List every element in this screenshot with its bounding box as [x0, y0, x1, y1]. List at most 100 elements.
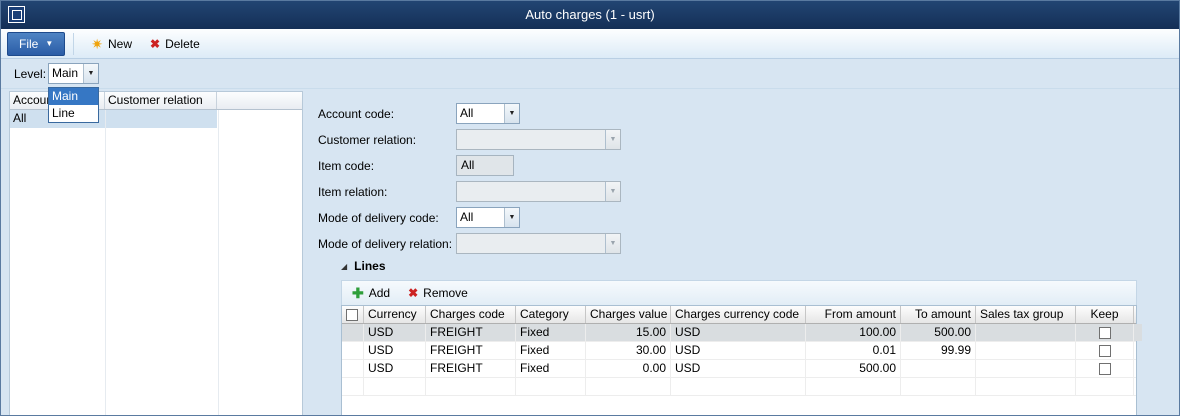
remove-line-button[interactable]: ✖ Remove [408, 286, 468, 300]
mode-of-delivery-code-combobox[interactable]: All ▼ [456, 207, 520, 228]
cell-currency[interactable]: USD [364, 342, 426, 359]
customer-relation-value [457, 130, 605, 149]
cell-charges-value[interactable]: 30.00 [586, 342, 671, 359]
col-header-to-amount[interactable]: To amount [901, 306, 976, 323]
cell-charges-code[interactable]: FREIGHT [426, 342, 516, 359]
delete-button[interactable]: ✖ Delete [141, 32, 209, 56]
account-code-value: All [457, 104, 504, 123]
cell-sales-tax-group[interactable] [976, 324, 1076, 341]
col-header-filler [217, 92, 302, 109]
cell-keep [1076, 324, 1134, 341]
keep-checkbox[interactable] [1099, 345, 1111, 357]
overview-grid-column-line [105, 110, 106, 415]
auto-charges-window: Auto charges (1 - usrt) File ▼ ✷ New ✖ D… [0, 0, 1180, 416]
level-label: Level: [14, 67, 46, 81]
keep-checkbox[interactable] [1099, 327, 1111, 339]
detail-panel: Account code: All ▼ Customer relation: ▼… [311, 89, 1179, 415]
col-header-currency[interactable]: Currency [364, 306, 426, 323]
account-code-combobox[interactable]: All ▼ [456, 103, 520, 124]
row-selector-cell[interactable] [342, 360, 364, 377]
col-header-customer-relation[interactable]: Customer relation [105, 92, 217, 109]
col-header-keep[interactable]: Keep [1076, 306, 1134, 323]
app-icon [8, 6, 25, 23]
row-selector-cell[interactable] [342, 324, 364, 341]
mode-of-delivery-code-label: Mode of delivery code: [318, 211, 456, 225]
cell-charges-value[interactable]: 0.00 [586, 360, 671, 377]
cell-to-amount[interactable] [901, 360, 976, 377]
col-header-from-amount[interactable]: From amount [806, 306, 901, 323]
col-header-sales-tax-group[interactable]: Sales tax group [976, 306, 1076, 323]
lines-row-empty[interactable] [342, 378, 1136, 396]
cell-currency[interactable]: USD [364, 324, 426, 341]
cell-charges-code[interactable]: FREIGHT [426, 360, 516, 377]
cell-charges-currency-code[interactable]: USD [671, 324, 806, 341]
new-button[interactable]: ✷ New [82, 32, 141, 56]
select-all-checkbox[interactable] [346, 309, 358, 321]
window-title: Auto charges (1 - usrt) [1, 1, 1179, 29]
customer-relation-combobox: ▼ [456, 129, 621, 150]
cell-sales-tax-group[interactable] [976, 342, 1076, 359]
add-line-button[interactable]: ✚ Add [352, 286, 390, 300]
cell-keep [1076, 342, 1134, 359]
cell-charges-currency-code[interactable]: USD [671, 360, 806, 377]
mode-of-delivery-code-dropdown-icon[interactable]: ▼ [504, 208, 519, 227]
cell-charges-value[interactable]: 15.00 [586, 324, 671, 341]
account-code-dropdown-icon[interactable]: ▼ [504, 104, 519, 123]
level-option-main[interactable]: Main [49, 88, 98, 105]
lines-group-header[interactable]: ◢ Lines [341, 259, 386, 273]
overview-cell-customer-relation[interactable] [105, 110, 217, 128]
cell-category[interactable]: Fixed [516, 342, 586, 359]
level-filter-row: Level: Main ▼ [1, 59, 1179, 89]
col-header-charges-value[interactable]: Charges value [586, 306, 671, 323]
item-code-field[interactable]: All [456, 155, 514, 176]
cell-from-amount[interactable]: 500.00 [806, 360, 901, 377]
lines-collapse-triangle-icon[interactable]: ◢ [341, 262, 347, 271]
field-row-item-code: Item code: All [318, 155, 514, 176]
toolbar-separator [73, 33, 74, 55]
col-header-charges-currency-code[interactable]: Charges currency code [671, 306, 806, 323]
lines-grid: Currency Charges code Category Charges v… [341, 305, 1137, 415]
cell-from-amount[interactable]: 0.01 [806, 342, 901, 359]
col-header-category[interactable]: Category [516, 306, 586, 323]
row-selector-cell[interactable] [342, 342, 364, 359]
lines-row-2[interactable]: USD FREIGHT Fixed 30.00 USD 0.01 99.99 [342, 342, 1136, 360]
cell-to-amount[interactable]: 500.00 [901, 324, 976, 341]
item-relation-label: Item relation: [318, 185, 456, 199]
lines-grid-header: Currency Charges code Category Charges v… [342, 306, 1136, 324]
remove-line-label: Remove [423, 286, 468, 300]
level-dropdown-arrow-icon[interactable]: ▼ [83, 64, 98, 83]
lines-row-1[interactable]: USD FREIGHT Fixed 15.00 USD 100.00 500.0… [342, 324, 1136, 342]
keep-checkbox[interactable] [1099, 363, 1111, 375]
overview-grid-column-line [218, 110, 219, 415]
field-row-customer-relation: Customer relation: ▼ [318, 129, 621, 150]
overview-cell-filler [217, 110, 302, 128]
mode-of-delivery-relation-combobox: ▼ [456, 233, 621, 254]
cell-category[interactable]: Fixed [516, 324, 586, 341]
mode-of-delivery-relation-label: Mode of delivery relation: [318, 237, 456, 251]
field-row-mode-of-delivery-relation: Mode of delivery relation: ▼ [318, 233, 621, 254]
account-code-label: Account code: [318, 107, 456, 121]
add-plus-icon: ✚ [352, 286, 364, 300]
col-header-charges-code[interactable]: Charges code [426, 306, 516, 323]
item-relation-dropdown-icon: ▼ [605, 182, 620, 201]
cell-category[interactable]: Fixed [516, 360, 586, 377]
mode-of-delivery-relation-dropdown-icon: ▼ [605, 234, 620, 253]
cell-charges-code[interactable]: FREIGHT [426, 324, 516, 341]
cell-keep [1076, 360, 1134, 377]
cell-from-amount[interactable]: 100.00 [806, 324, 901, 341]
cell-to-amount[interactable]: 99.99 [901, 342, 976, 359]
level-combobox[interactable]: Main ▼ [48, 63, 99, 84]
lines-row-3[interactable]: USD FREIGHT Fixed 0.00 USD 500.00 [342, 360, 1136, 378]
file-menu-button[interactable]: File ▼ [7, 32, 65, 56]
file-menu-label: File [19, 37, 38, 51]
cell-charges-currency-code[interactable]: USD [671, 342, 806, 359]
cell-sales-tax-group[interactable] [976, 360, 1076, 377]
cell-filler [1134, 324, 1142, 341]
cell-currency[interactable]: USD [364, 360, 426, 377]
level-option-line[interactable]: Line [49, 105, 98, 122]
cell-filler [1134, 360, 1142, 377]
window-body: Account code Customer relation All Accou… [1, 89, 1179, 415]
level-combobox-value: Main [49, 64, 83, 83]
mode-of-delivery-relation-value [457, 234, 605, 253]
item-relation-combobox: ▼ [456, 181, 621, 202]
